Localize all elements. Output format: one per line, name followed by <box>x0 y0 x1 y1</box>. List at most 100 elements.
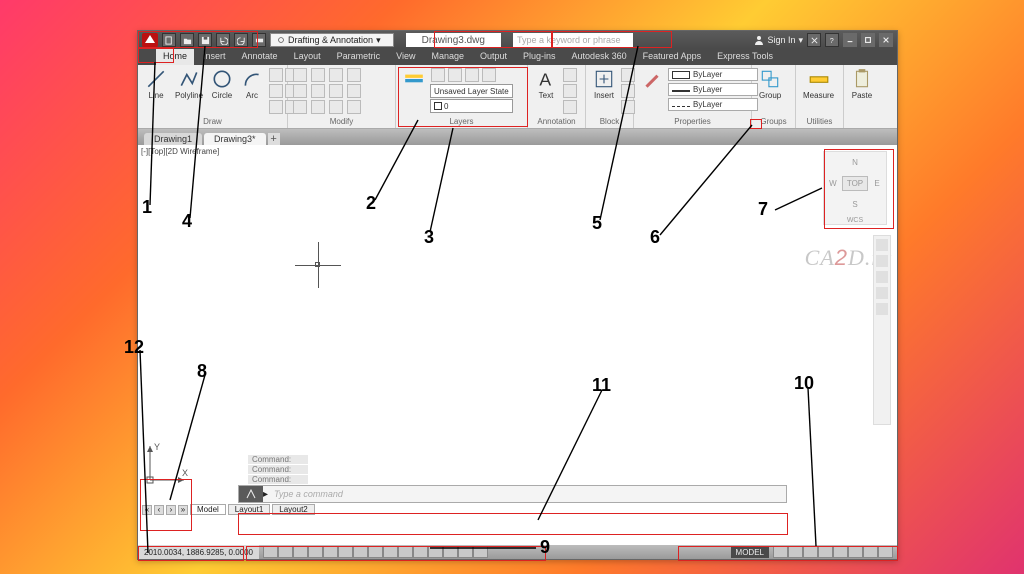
layer-properties-button[interactable] <box>400 67 428 113</box>
search-input[interactable]: Type a keyword or phrase <box>513 33 633 47</box>
tool-group[interactable]: Group <box>756 67 784 101</box>
layer-lock-icon[interactable] <box>465 68 479 82</box>
maximize-icon[interactable] <box>861 33 875 47</box>
command-handle-icon[interactable] <box>239 486 263 502</box>
tool-trim-icon[interactable] <box>329 68 343 82</box>
viewport-label[interactable]: [-][Top][2D Wireframe] <box>141 147 219 156</box>
am-icon[interactable] <box>473 546 488 558</box>
sc-icon[interactable] <box>458 546 473 558</box>
command-line[interactable]: ▸ Type a command <box>238 485 787 503</box>
tool-edit-icon[interactable] <box>621 84 635 98</box>
tab-layout[interactable]: Layout <box>287 49 328 65</box>
dyn-icon[interactable] <box>398 546 413 558</box>
linetype-dropdown[interactable]: ByLayer <box>668 98 758 111</box>
tool-rotate-icon[interactable] <box>311 68 325 82</box>
tab-view[interactable]: View <box>389 49 422 65</box>
exchange-icon[interactable] <box>807 33 821 47</box>
qp-icon[interactable] <box>443 546 458 558</box>
layer-isolate-icon[interactable] <box>482 68 496 82</box>
open-icon[interactable] <box>180 33 194 47</box>
undo-icon[interactable] <box>216 33 230 47</box>
layer-freeze-icon[interactable] <box>448 68 462 82</box>
cleanscreen-icon[interactable] <box>878 546 893 558</box>
ucs-icon[interactable]: Y X <box>144 440 190 489</box>
tool-mirror-icon[interactable] <box>311 84 325 98</box>
tab-express[interactable]: Express Tools <box>710 49 780 65</box>
navigation-bar[interactable] <box>873 235 891 425</box>
tool-hatch-icon[interactable] <box>269 84 283 98</box>
tab-insert[interactable]: Insert <box>196 49 233 65</box>
grid-icon[interactable] <box>293 546 308 558</box>
lwt-icon[interactable] <box>413 546 428 558</box>
tool-line[interactable]: Line <box>142 67 170 101</box>
tool-text[interactable]: AText <box>532 67 560 101</box>
hardware-accel-icon[interactable] <box>848 546 863 558</box>
plot-icon[interactable] <box>252 33 266 47</box>
annoautoscale-icon[interactable] <box>803 546 818 558</box>
tool-move-icon[interactable] <box>293 68 307 82</box>
tool-leader-icon[interactable] <box>563 84 577 98</box>
layer-state-dropdown[interactable]: Unsaved Layer State <box>430 84 513 98</box>
tool-dim-icon[interactable] <box>563 68 577 82</box>
nav-orbit-icon[interactable] <box>876 287 888 299</box>
viewcube[interactable]: N WTOPE S WCS <box>823 151 887 225</box>
nav-showmotion-icon[interactable] <box>876 303 888 315</box>
tool-point-icon[interactable] <box>269 100 283 114</box>
drawing-area[interactable]: [-][Top][2D Wireframe] CA2D.ru N WTOPE S… <box>138 145 897 529</box>
color-dropdown[interactable]: ByLayer <box>668 68 758 81</box>
annoscale-icon[interactable] <box>773 546 788 558</box>
tool-arc[interactable]: Arc <box>238 67 266 101</box>
tab-parametric[interactable]: Parametric <box>330 49 388 65</box>
tool-measure[interactable]: Measure <box>800 67 837 101</box>
layer-current-dropdown[interactable]: 0 <box>430 99 513 113</box>
minimize-icon[interactable] <box>843 33 857 47</box>
workspace-icon[interactable] <box>818 546 833 558</box>
layout-tab-model[interactable]: Model <box>190 504 226 515</box>
layer-off-icon[interactable] <box>431 68 445 82</box>
new-icon[interactable] <box>162 33 176 47</box>
file-tab[interactable]: Drawing3* <box>204 133 266 145</box>
model-space-toggle[interactable]: MODEL <box>731 546 769 558</box>
ortho-icon[interactable] <box>308 546 323 558</box>
tool-array-icon[interactable] <box>329 100 343 114</box>
annovisibility-icon[interactable] <box>788 546 803 558</box>
redo-icon[interactable] <box>234 33 248 47</box>
signin-button[interactable]: Sign In ▾ <box>754 35 803 46</box>
layout-nav-next-icon[interactable]: › <box>166 505 176 515</box>
tool-copy-icon[interactable] <box>293 84 307 98</box>
tool-fillet-icon[interactable] <box>329 84 343 98</box>
new-tab-button[interactable]: + <box>268 133 280 145</box>
tool-paste[interactable]: Paste <box>848 67 876 101</box>
coordinates-readout[interactable]: 2010.0034, 1886.9285, 0.0000 <box>138 545 259 559</box>
workspace-switcher[interactable]: Drafting & Annotation ▾ <box>270 33 394 47</box>
tool-offset-icon[interactable] <box>347 100 361 114</box>
infer-constraints-icon[interactable] <box>263 546 278 558</box>
layout-nav-last-icon[interactable]: » <box>178 505 188 515</box>
isolate-objects-icon[interactable] <box>863 546 878 558</box>
nav-wheel-icon[interactable] <box>876 239 888 251</box>
tool-insert[interactable]: Insert <box>590 67 618 101</box>
polar-icon[interactable] <box>323 546 338 558</box>
app-menu-button[interactable] <box>142 33 158 47</box>
layout-tab-layout1[interactable]: Layout1 <box>228 504 270 515</box>
tab-manage[interactable]: Manage <box>424 49 471 65</box>
nav-zoom-icon[interactable] <box>876 271 888 283</box>
tool-circle[interactable]: Circle <box>208 67 236 101</box>
layout-tab-layout2[interactable]: Layout2 <box>272 504 314 515</box>
nav-pan-icon[interactable] <box>876 255 888 267</box>
save-icon[interactable] <box>198 33 212 47</box>
tool-polyline[interactable]: Polyline <box>172 67 206 101</box>
tool-erase-icon[interactable] <box>347 68 361 82</box>
tool-stretch-icon[interactable] <box>293 100 307 114</box>
tab-home[interactable]: Home <box>156 49 194 65</box>
file-tab[interactable]: Drawing1 <box>144 133 202 145</box>
tool-attr-icon[interactable] <box>621 100 635 114</box>
otrack-icon[interactable] <box>368 546 383 558</box>
close-icon[interactable] <box>879 33 893 47</box>
tool-create-icon[interactable] <box>621 68 635 82</box>
tab-plugins[interactable]: Plug-ins <box>516 49 563 65</box>
layout-nav-prev-icon[interactable]: ‹ <box>154 505 164 515</box>
osnap3d-icon[interactable] <box>353 546 368 558</box>
lineweight-dropdown[interactable]: ByLayer <box>668 83 758 96</box>
snap-icon[interactable] <box>278 546 293 558</box>
